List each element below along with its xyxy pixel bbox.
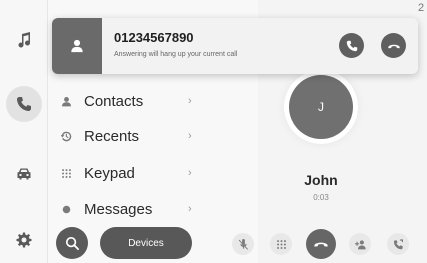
menu-item-messages[interactable]: Messages › <box>48 192 258 226</box>
rail-phone-button[interactable] <box>6 86 42 122</box>
keypad-icon <box>58 165 74 181</box>
caller-name: John <box>304 172 338 188</box>
history-icon <box>58 128 74 144</box>
devices-button[interactable]: Devices <box>100 227 192 259</box>
menu-item-label: Messages <box>84 200 153 218</box>
menu-item-contacts[interactable]: Contacts › <box>48 84 258 118</box>
person-icon <box>71 39 83 53</box>
car-icon <box>17 168 31 180</box>
decline-call-button[interactable] <box>381 33 406 58</box>
add-person-icon <box>354 239 366 249</box>
answer-call-button[interactable] <box>339 33 364 58</box>
chevron-right-icon: › <box>188 130 192 142</box>
phone-transfer-icon <box>393 238 403 249</box>
person-icon <box>58 93 74 109</box>
rail-vehicle-button[interactable] <box>6 156 42 192</box>
incoming-call-hint: Answering will hang up your current call <box>114 51 238 58</box>
call-duration: 0:03 <box>313 193 329 202</box>
menu-item-label: Recents <box>84 127 140 145</box>
message-icon <box>58 201 74 217</box>
add-call-button[interactable] <box>349 233 371 255</box>
caller-avatar: J <box>289 75 353 139</box>
rail-settings-button[interactable] <box>6 222 42 258</box>
side-rail <box>0 0 48 263</box>
banner-avatar <box>52 18 102 74</box>
end-call-button[interactable] <box>306 229 336 259</box>
corner-indicator: 2 <box>418 2 425 14</box>
gear-icon <box>16 232 32 248</box>
mute-button[interactable] <box>232 233 254 255</box>
phone-icon <box>17 97 31 111</box>
incoming-call-banner[interactable]: 01234567890 Answering will hang up your … <box>52 18 418 74</box>
incoming-call-number: 01234567890 <box>114 30 194 45</box>
chevron-right-icon: › <box>188 167 192 179</box>
music-icon <box>18 32 30 48</box>
hang-up-icon <box>314 242 328 247</box>
phone-screen: Contacts › Recents › Keypad › Messages ›… <box>0 0 427 263</box>
menu-item-label: Contacts <box>84 92 144 110</box>
chevron-right-icon: › <box>188 95 192 107</box>
transfer-call-button[interactable] <box>387 233 409 255</box>
chevron-right-icon: › <box>188 203 192 215</box>
hang-up-icon <box>387 44 400 48</box>
menu-item-label: Keypad <box>84 164 135 182</box>
search-button[interactable] <box>56 227 88 259</box>
in-call-keypad-button[interactable] <box>270 233 292 255</box>
mic-off-icon <box>238 238 248 250</box>
rail-media-button[interactable] <box>6 22 42 58</box>
menu-item-keypad[interactable]: Keypad › <box>48 156 258 190</box>
keypad-icon <box>276 239 286 249</box>
phone-icon <box>346 40 357 51</box>
search-icon <box>65 236 79 250</box>
menu-item-recents[interactable]: Recents › <box>48 119 258 153</box>
